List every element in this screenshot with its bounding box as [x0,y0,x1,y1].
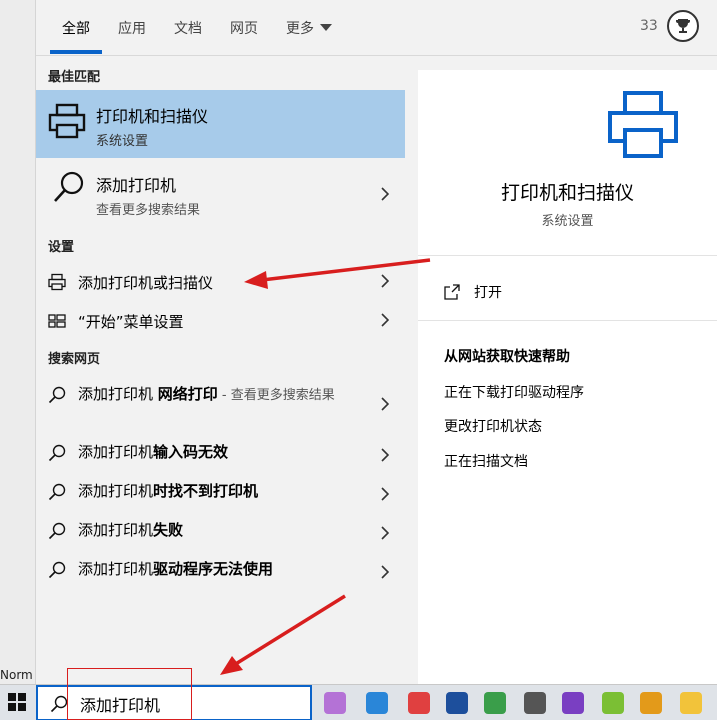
detail-subtitle: 系统设置 [541,214,594,229]
chevron-right-icon [381,397,389,411]
trophy-icon[interactable] [667,10,699,42]
app-taskbar-icon-6[interactable] [524,692,546,714]
chevron-right-icon [381,313,389,327]
app-taskbar-icon-3[interactable] [408,692,430,714]
help-link-download-driver[interactable]: 正在下载打印驱动程序 [444,382,584,402]
settings-item-start-menu[interactable]: “开始”菜单设置 [36,301,405,339]
web-result-invalid-code[interactable]: 添加打印机输入码无效 [36,436,405,472]
windows-start-icon[interactable] [8,693,26,711]
add-printer-subtitle: 查看更多搜索结果 [96,203,201,218]
printer-icon [48,103,86,139]
start-menu-icon [48,314,66,328]
search-filter-tabs: 全部 应用 文档 网页 更多 33 [36,0,717,56]
web-result-label: 添加打印机 网络打印 - 查看更多搜索结果 [78,385,335,403]
web-result-network-print[interactable]: 添加打印机 网络打印 - 查看更多搜索结果 [36,378,405,430]
app-taskbar-icon-9[interactable] [640,692,662,714]
chevron-right-icon [381,448,389,462]
search-icon [48,386,66,404]
web-result-label: 添加打印机驱动程序无法使用 [78,560,274,578]
file-explorer-icon[interactable] [680,692,702,714]
app-taskbar-icon-5[interactable] [484,692,506,714]
help-link-change-status[interactable]: 更改打印机状态 [444,416,542,436]
settings-item-add-printer-scanner[interactable]: 添加打印机或扫描仪 [36,262,405,300]
rewards-count: 33 [640,18,658,34]
app-taskbar-icon-1[interactable] [324,692,346,714]
chevron-right-icon [381,274,389,288]
search-icon [48,522,66,540]
chevron-down-icon [320,23,332,31]
detail-pane: 打印机和扫描仪 系统设置 打开 从网站获取快速帮助 正在下载打印驱动程序 更改打… [418,70,717,684]
best-match-result[interactable]: 打印机和扫描仪 系统设置 [36,90,405,158]
add-printer-title: 添加打印机 [96,176,177,195]
help-link-scanning[interactable]: 正在扫描文档 [444,451,528,471]
web-result-label: 添加打印机输入码无效 [78,443,229,461]
background-window-strip: Norm [0,0,36,684]
section-best-match: 最佳匹配 [48,70,101,85]
section-web-search: 搜索网页 [48,352,101,367]
search-icon [54,171,84,202]
web-result-failed[interactable]: 添加打印机失败 [36,514,405,550]
tab-web[interactable]: 网页 [230,18,258,38]
active-tab-indicator [50,50,102,54]
best-match-title: 打印机和扫描仪 [96,107,209,126]
app-taskbar-icon-2[interactable] [366,692,388,714]
app-taskbar-icon-4[interactable] [446,692,468,714]
search-icon [48,483,66,501]
visual-studio-icon[interactable] [562,692,584,714]
open-external-icon [444,284,460,300]
settings-item-label: 添加打印机或扫描仪 [78,274,214,292]
web-result-not-found[interactable]: 添加打印机时找不到打印机 [36,475,405,511]
annotation-highlight-box [67,668,192,720]
chevron-right-icon [381,526,389,540]
tab-more-label: 更多 [286,21,314,37]
section-settings: 设置 [48,240,75,255]
printer-large-icon [608,91,678,158]
tab-documents[interactable]: 文档 [174,18,202,38]
best-match-subtitle: 系统设置 [96,134,149,149]
tab-apps[interactable]: 应用 [118,18,146,38]
tab-more[interactable]: 更多 [286,18,332,38]
open-action-label: 打开 [474,285,502,301]
detail-title: 打印机和扫描仪 [500,182,634,204]
search-icon [48,561,66,579]
chevron-right-icon [381,187,389,201]
search-panel: 全部 应用 文档 网页 更多 33 最佳匹配 打印机和扫描仪 系统设置 添加打印… [36,0,717,684]
divider [418,255,717,256]
background-window-text: Norm [0,668,33,682]
web-result-label: 添加打印机失败 [78,521,184,539]
search-icon [50,695,68,713]
chevron-right-icon [381,565,389,579]
add-printer-result[interactable]: 添加打印机 查看更多搜索结果 [36,160,405,228]
tab-all[interactable]: 全部 [62,18,90,38]
web-result-driver[interactable]: 添加打印机驱动程序无法使用 [36,553,405,589]
app-taskbar-icon-8[interactable] [602,692,624,714]
divider [418,320,717,321]
open-action[interactable]: 打开 [444,282,644,306]
search-icon [48,444,66,462]
help-title: 从网站获取快速帮助 [444,349,570,365]
printer-small-icon [48,273,66,291]
settings-item-label: “开始”菜单设置 [78,313,184,331]
chevron-right-icon [381,487,389,501]
web-result-label: 添加打印机时找不到打印机 [78,482,259,500]
